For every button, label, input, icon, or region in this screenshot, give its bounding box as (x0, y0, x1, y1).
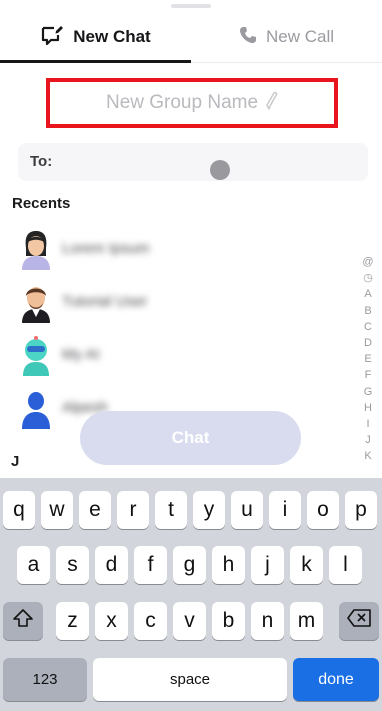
group-name-field[interactable]: New Group Name (46, 78, 338, 128)
keyboard-row-2: a s d f g h j k l (0, 546, 382, 584)
alpha-index-letter[interactable]: C (364, 319, 372, 335)
alpha-index-letter[interactable]: I (366, 416, 369, 432)
numbers-key[interactable]: 123 (3, 658, 87, 701)
alpha-index-letter[interactable]: D (364, 335, 372, 351)
male-avatar-icon (18, 281, 54, 323)
recents-list: Lorem Ipsum Tutorial User My AI Alpesh (12, 222, 348, 434)
backspace-icon (347, 609, 371, 633)
alpha-index-letter[interactable]: B (364, 303, 371, 319)
tab-new-call-label: New Call (265, 27, 335, 46)
delete-key[interactable] (339, 602, 379, 640)
key-m[interactable]: m (290, 602, 323, 640)
key-n[interactable]: n (251, 602, 284, 640)
alpha-index-letter[interactable]: H (364, 400, 372, 416)
key-u[interactable]: u (231, 491, 263, 529)
phone-icon (239, 26, 257, 49)
key-h[interactable]: h (212, 546, 245, 584)
alpha-index-letter[interactable]: ◷ (363, 270, 373, 286)
touch-indicator (210, 160, 230, 180)
key-g[interactable]: g (173, 546, 206, 584)
key-y[interactable]: y (193, 491, 225, 529)
group-name-placeholder: New Group Name (105, 92, 259, 113)
key-l[interactable]: l (329, 546, 362, 584)
sheet-grabber[interactable] (171, 4, 211, 8)
key-p[interactable]: p (345, 491, 377, 529)
key-i[interactable]: i (269, 491, 301, 529)
keyboard: q w e r t y u i o p a s d f g h j k l z … (0, 478, 382, 711)
key-r[interactable]: r (117, 491, 149, 529)
new-chat-icon (40, 25, 64, 50)
key-o[interactable]: o (307, 491, 339, 529)
section-letter: J (11, 453, 20, 470)
contact-name: Tutorial User (62, 293, 148, 310)
key-z[interactable]: z (56, 602, 89, 640)
shift-key[interactable] (3, 602, 43, 640)
alpha-index-letter[interactable]: @ (362, 254, 373, 270)
robot-avatar-icon (18, 334, 54, 376)
tab-new-call[interactable]: New Call (191, 12, 382, 62)
default-avatar-icon (18, 387, 54, 429)
key-b[interactable]: b (212, 602, 245, 640)
alpha-index-letter[interactable]: J (365, 432, 371, 448)
key-f[interactable]: f (134, 546, 167, 584)
key-j[interactable]: j (251, 546, 284, 584)
keyboard-row-3: z x c v b n m (0, 602, 382, 640)
key-v[interactable]: v (173, 602, 206, 640)
key-s[interactable]: s (56, 546, 89, 584)
key-x[interactable]: x (95, 602, 128, 640)
key-e[interactable]: e (79, 491, 111, 529)
tab-bar: New Chat New Call (0, 12, 382, 63)
keyboard-row-1: q w e r t y u i o p (0, 491, 382, 529)
alpha-index-letter[interactable]: G (364, 384, 373, 400)
contact-name: My AI (62, 346, 100, 363)
shift-icon (13, 609, 33, 633)
alpha-index-letter[interactable]: A (364, 286, 371, 302)
key-k[interactable]: k (290, 546, 323, 584)
alpha-index-letter[interactable]: K (364, 448, 371, 464)
done-key[interactable]: done (293, 658, 379, 701)
alpha-index-letter[interactable]: F (365, 367, 372, 383)
key-t[interactable]: t (155, 491, 187, 529)
to-label: To: (30, 153, 53, 170)
space-key[interactable]: space (93, 658, 287, 701)
key-w[interactable]: w (41, 491, 73, 529)
list-item[interactable]: My AI (12, 328, 348, 381)
key-a[interactable]: a (17, 546, 50, 584)
contact-name: Lorem Ipsum (62, 240, 150, 257)
list-item[interactable]: Lorem Ipsum (12, 222, 348, 275)
female-avatar-icon (18, 228, 54, 270)
chat-button[interactable]: Chat (80, 411, 301, 465)
alpha-index-letter[interactable]: E (364, 351, 371, 367)
recipient-input[interactable]: To: (18, 143, 368, 181)
alphabet-index[interactable]: @ ◷ A B C D E F G H I J K (360, 254, 376, 464)
key-c[interactable]: c (134, 602, 167, 640)
key-d[interactable]: d (95, 546, 128, 584)
edit-pencil-icon (266, 91, 278, 116)
tab-new-chat[interactable]: New Chat (0, 12, 191, 63)
tab-new-chat-label: New Chat (73, 27, 151, 46)
recents-heading: Recents (12, 195, 71, 212)
key-q[interactable]: q (3, 491, 35, 529)
list-item[interactable]: Tutorial User (12, 275, 348, 328)
keyboard-row-4: 123 space done (0, 658, 382, 701)
